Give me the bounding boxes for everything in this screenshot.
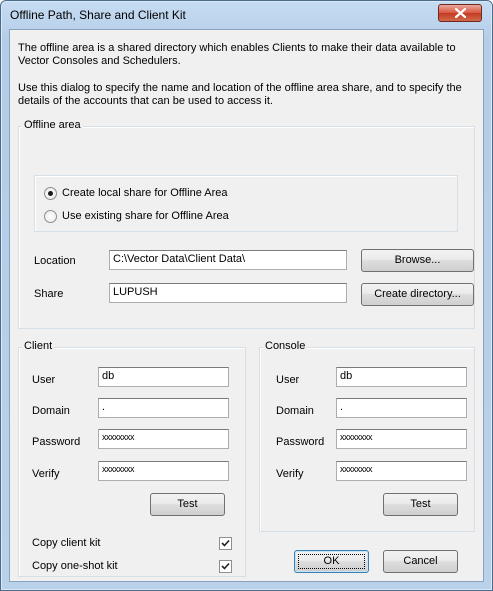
share-mode-group xyxy=(34,175,458,232)
client-group-title: Client xyxy=(22,340,55,352)
console-password-input[interactable]: xxxxxxxx xyxy=(336,429,467,449)
console-verify-input[interactable]: xxxxxxxx xyxy=(336,461,467,481)
intro-line-4: details of the accounts that can be used… xyxy=(18,95,273,107)
dialog-window: Offline Path, Share and Client Kit The o… xyxy=(0,0,493,591)
client-domain-label: Domain xyxy=(32,405,70,417)
client-verify-label: Verify xyxy=(32,468,60,480)
console-user-label: User xyxy=(276,374,300,386)
dialog-body: The offline area is a shared directory w… xyxy=(9,29,484,582)
console-verify-label: Verify xyxy=(276,468,304,480)
close-button[interactable] xyxy=(438,4,482,22)
create-directory-button[interactable]: Create directory... xyxy=(361,283,474,306)
console-user-input[interactable]: db xyxy=(336,367,467,387)
browse-button[interactable]: Browse... xyxy=(361,249,474,272)
client-verify-input[interactable]: xxxxxxxx xyxy=(98,461,229,481)
window-title: Offline Path, Share and Client Kit xyxy=(10,8,186,22)
offline-area-group-title: Offline area xyxy=(22,119,83,131)
intro-line-3: Use this dialog to specify the name and … xyxy=(18,82,462,94)
checkmark-icon xyxy=(221,562,230,570)
radio-create-share[interactable] xyxy=(44,187,57,200)
share-input[interactable]: LUPUSH xyxy=(109,283,347,303)
copy-oneshot-kit-checkbox[interactable] xyxy=(219,560,232,573)
close-icon xyxy=(455,8,466,18)
copy-oneshot-kit-label: Copy one-shot kit xyxy=(32,560,118,572)
ok-button[interactable]: OK xyxy=(294,550,369,573)
client-user-input[interactable]: db xyxy=(98,367,229,387)
client-domain-input[interactable]: . xyxy=(98,398,229,418)
console-password-label: Password xyxy=(276,436,325,448)
console-test-button[interactable]: Test xyxy=(383,493,458,516)
radio-selected-dot xyxy=(48,191,53,196)
focus-ring xyxy=(298,554,365,569)
cancel-button[interactable]: Cancel xyxy=(383,550,458,573)
location-input[interactable]: C:\Vector Data\Client Data\ xyxy=(109,250,347,270)
intro-line-1: The offline area is a shared directory w… xyxy=(18,42,456,54)
copy-client-kit-checkbox[interactable] xyxy=(219,537,232,550)
console-group-title: Console xyxy=(263,340,308,352)
radio-existing-share-label[interactable]: Use existing share for Offline Area xyxy=(62,210,229,222)
console-domain-label: Domain xyxy=(276,405,314,417)
title-bar[interactable]: Offline Path, Share and Client Kit xyxy=(1,1,492,29)
share-label: Share xyxy=(34,288,64,300)
radio-create-share-label[interactable]: Create local share for Offline Area xyxy=(62,187,228,199)
client-password-input[interactable]: xxxxxxxx xyxy=(98,429,229,449)
console-domain-input[interactable]: . xyxy=(336,398,467,418)
copy-client-kit-label: Copy client kit xyxy=(32,537,101,549)
client-test-button[interactable]: Test xyxy=(150,493,225,516)
client-password-label: Password xyxy=(32,436,81,448)
radio-existing-share[interactable] xyxy=(44,210,57,223)
intro-line-2: Vector Consoles and Schedulers. xyxy=(18,55,181,67)
checkmark-icon xyxy=(221,539,230,547)
location-label: Location xyxy=(34,255,76,267)
client-user-label: User xyxy=(32,374,56,386)
